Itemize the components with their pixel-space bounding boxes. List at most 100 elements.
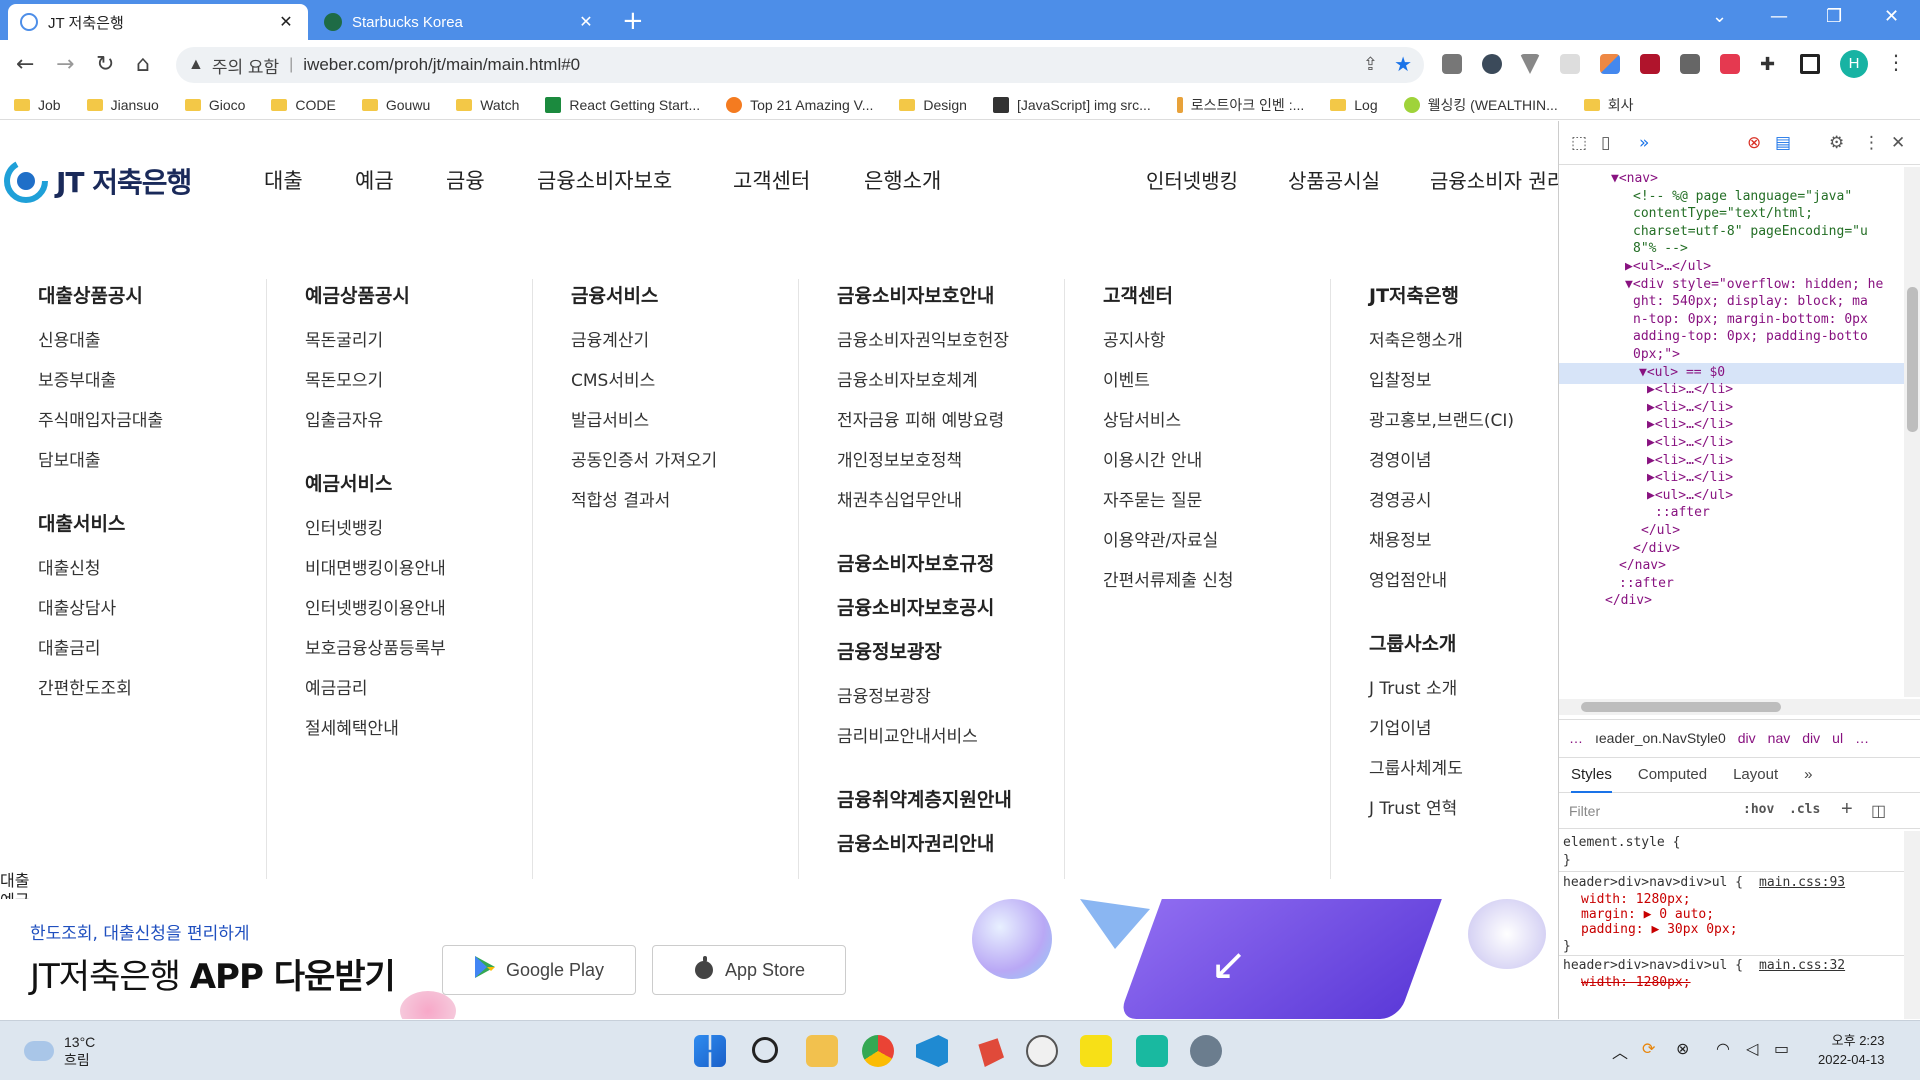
status-x-icon[interactable]: ⊗ (1676, 1039, 1689, 1058)
menu-link[interactable]: 대출신청 (38, 549, 268, 589)
menu-section-heading[interactable]: 고객센터 (1103, 279, 1333, 313)
tab-jt-bank[interactable]: JT 저축은행 ✕ (8, 4, 308, 40)
browser-menu-icon[interactable]: ⋮ (1886, 50, 1906, 74)
volume-icon[interactable]: ◁ (1746, 1039, 1758, 1058)
start-windows-icon[interactable] (694, 1035, 726, 1067)
dom-node-line[interactable]: ▶<li>…</li> (1647, 470, 1733, 485)
menu-section-heading[interactable]: JT저축은행 (1369, 279, 1558, 313)
extensions-puzzle-icon[interactable]: ✚ (1760, 54, 1780, 75)
star-app-icon[interactable] (1136, 1035, 1168, 1067)
dom-node-line[interactable]: ght: 540px; display: block; ma (1633, 294, 1868, 309)
dom-node-line[interactable]: charset=utf-8" pageEncoding="u (1633, 224, 1868, 239)
scroll-thumb[interactable] (1907, 287, 1918, 432)
dom-node-line[interactable]: ▼<nav> (1611, 171, 1658, 186)
gnb-loan[interactable]: 대출 (264, 165, 303, 195)
menu-section-heading[interactable]: 금융소비자보호안내 (837, 279, 1067, 313)
elements-scrollbar[interactable] (1904, 167, 1920, 697)
element-style-rule[interactable]: element.style { (1563, 835, 1680, 850)
dom-node-line[interactable]: ▶<li>…</li> (1647, 453, 1733, 468)
menu-link[interactable]: 인터넷뱅킹이용안내 (305, 589, 535, 629)
cls-toggle[interactable]: .cls (1789, 802, 1820, 817)
bookmark-star-icon[interactable]: ★ (1394, 52, 1412, 77)
breadcrumb-item[interactable]: div (1738, 730, 1756, 746)
scroll-thumb[interactable] (1581, 702, 1781, 712)
url-text[interactable]: iweber.com/proh/jt/main/main.html#0 (303, 55, 580, 75)
menu-link[interactable]: 입찰정보 (1369, 361, 1558, 401)
menu-link[interactable]: 인터넷뱅킹 (305, 509, 535, 549)
menu-link[interactable]: 상담서비스 (1103, 401, 1333, 441)
bookmark-item[interactable]: Top 21 Amazing V... (726, 96, 873, 113)
menu-link[interactable]: 대출상담사 (38, 589, 268, 629)
dom-node-line[interactable]: </div> (1633, 541, 1680, 556)
window-close-icon[interactable]: ✕ (1884, 6, 1899, 27)
dom-node-line[interactable]: n-top: 0px; margin-bottom: 0px (1633, 312, 1868, 327)
ublock-extension-icon[interactable] (1640, 54, 1660, 74)
menu-link[interactable]: 저축은행소개 (1369, 321, 1558, 361)
gnb-customer-center[interactable]: 고객센터 (733, 165, 810, 195)
color-extension-icon[interactable] (1600, 54, 1620, 74)
vscode-icon[interactable] (916, 1035, 948, 1067)
menu-link[interactable]: 채용정보 (1369, 521, 1558, 561)
menu-link[interactable]: 입출금자유 (305, 401, 535, 441)
menu-link[interactable]: 담보대출 (38, 441, 268, 481)
rule-property[interactable]: padding: ▶ 30px 0px; (1581, 922, 1738, 937)
menu-link[interactable]: 금융계산기 (571, 321, 801, 361)
minimize-icon[interactable]: — (1770, 6, 1788, 27)
menu-link[interactable]: 적합성 결과서 (571, 481, 801, 521)
util-consumer-rights[interactable]: 금융소비자 권리 (1430, 165, 1558, 194)
menu-link[interactable]: 보증부대출 (38, 361, 268, 401)
util-internet-banking[interactable]: 인터넷뱅킹 (1146, 165, 1238, 194)
site-logo[interactable]: JT 저축은행 (4, 159, 192, 203)
dots-extension-icon[interactable] (1720, 54, 1740, 74)
chrome-icon[interactable] (862, 1035, 894, 1067)
filter-input[interactable]: Filter (1569, 803, 1600, 819)
tab-layout[interactable]: Layout (1733, 757, 1778, 793)
menu-link[interactable]: 금융정보광장 (837, 677, 1067, 717)
dom-node-line[interactable]: 0px;"> (1633, 347, 1680, 362)
dom-node-line[interactable]: ▼<div style="overflow: hidden; he (1625, 277, 1883, 292)
new-rule-icon[interactable]: + (1841, 798, 1853, 821)
file-explorer-icon[interactable] (806, 1035, 838, 1067)
menu-link[interactable]: J Trust 연혁 (1369, 789, 1558, 829)
dom-node-line[interactable]: ▶<li>…</li> (1647, 382, 1733, 397)
bookmark-item[interactable]: Design (899, 97, 967, 113)
weather-widget[interactable]: 13°C 흐림 (24, 1033, 95, 1069)
bookmark-item[interactable]: Gioco (184, 97, 245, 113)
menu-link[interactable]: 금융소비자권익보호헌장 (837, 321, 1067, 361)
menu-link[interactable]: 보호금융상품등록부 (305, 629, 535, 669)
google-play-button[interactable]: Google Play (442, 945, 636, 995)
menu-link[interactable]: 영업점안내 (1369, 561, 1558, 601)
menu-link[interactable]: 신용대출 (38, 321, 268, 361)
breadcrumb-item[interactable]: ıeader_on.NavStyle0 (1595, 730, 1726, 746)
messages-icon[interactable]: ▤ (1775, 133, 1791, 153)
side-panel-icon[interactable] (1800, 54, 1820, 74)
battery-icon[interactable]: ▭ (1774, 1039, 1789, 1058)
menu-link[interactable]: 경영공시 (1369, 481, 1558, 521)
menu-section-heading[interactable]: 금융소비자보호규정 (837, 547, 1067, 581)
gnb-about[interactable]: 은행소개 (864, 165, 941, 195)
menu-link[interactable]: CMS서비스 (571, 361, 801, 401)
breadcrumb-item[interactable]: … (1569, 730, 1583, 746)
menu-link[interactable]: 자주묻는 질문 (1103, 481, 1333, 521)
settings-gear-icon[interactable]: ⚙ (1829, 133, 1844, 153)
dom-node-line[interactable]: ▶<li>…</li> (1647, 417, 1733, 432)
bookmark-item[interactable]: Gouwu (361, 97, 430, 113)
menu-link[interactable]: 예금금리 (305, 669, 535, 709)
hov-toggle[interactable]: :hov (1743, 802, 1774, 817)
rule-source-link[interactable]: main.css:32 (1759, 958, 1845, 973)
tab-styles[interactable]: Styles (1571, 757, 1612, 793)
close-icon[interactable]: ✕ (576, 12, 596, 32)
dom-node-line[interactable]: ▶<li>…</li> (1647, 435, 1733, 450)
gnb-finance[interactable]: 금융 (446, 165, 485, 195)
rule-property[interactable]: width: 1280px; (1581, 892, 1691, 907)
kakaotalk-icon[interactable] (1080, 1035, 1112, 1067)
menu-section-heading[interactable]: 대출상품공시 (38, 279, 268, 313)
dom-node-line[interactable]: adding-top: 0px; padding-botto (1633, 329, 1868, 344)
dom-node-line[interactable]: 8"% --> (1633, 241, 1688, 256)
close-icon[interactable]: ✕ (276, 12, 296, 32)
menu-link[interactable]: 이벤트 (1103, 361, 1333, 401)
menu-section-heading[interactable]: 금융정보광장 (837, 635, 1067, 669)
tab-search-icon[interactable]: ⌄ (1712, 6, 1727, 27)
dom-node-line[interactable]: ::after (1655, 505, 1710, 520)
menu-link[interactable]: 공지사항 (1103, 321, 1333, 361)
